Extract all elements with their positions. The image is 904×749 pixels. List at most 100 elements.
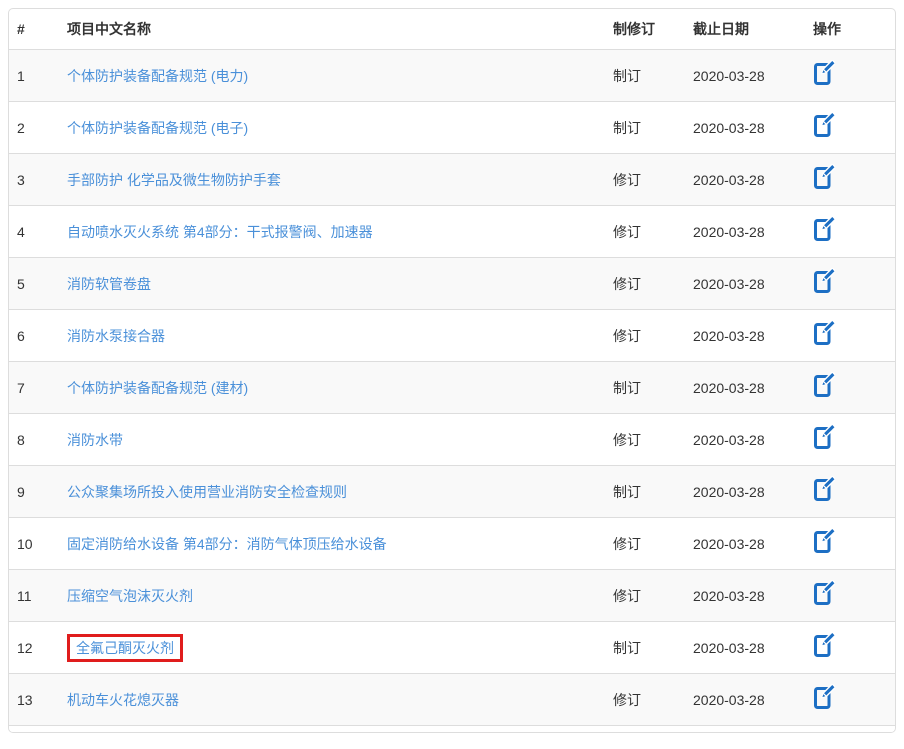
table-header: # 项目中文名称 制修订 截止日期 操作 bbox=[9, 9, 895, 50]
row-action-cell bbox=[805, 466, 895, 518]
edit-icon[interactable] bbox=[813, 684, 835, 710]
row-type: 制订 bbox=[605, 622, 685, 674]
edit-icon[interactable] bbox=[813, 632, 835, 658]
row-type: 制订 bbox=[605, 102, 685, 154]
row-name-cell: 室外消火栓 bbox=[59, 726, 605, 734]
col-header-index: # bbox=[9, 9, 59, 50]
row-action-cell bbox=[805, 102, 895, 154]
edit-icon[interactable] bbox=[813, 476, 835, 502]
table-row: 6 消防水泵接合器 修订 2020-03-28 bbox=[9, 310, 895, 362]
row-index: 9 bbox=[9, 466, 59, 518]
table-row: 9 公众聚集场所投入使用营业消防安全检查规则 制订 2020-03-28 bbox=[9, 466, 895, 518]
table-row: 7 个体防护装备配备规范 (建材) 制订 2020-03-28 bbox=[9, 362, 895, 414]
edit-icon[interactable] bbox=[813, 320, 835, 346]
project-name-link[interactable]: 手部防护 化学品及微生物防护手套 bbox=[67, 172, 281, 188]
row-action-cell bbox=[805, 310, 895, 362]
row-action-cell bbox=[805, 258, 895, 310]
row-type: 修订 bbox=[605, 674, 685, 726]
project-name-link[interactable]: 个体防护装备配备规范 (建材) bbox=[67, 380, 248, 396]
row-name-cell: 公众聚集场所投入使用营业消防安全检查规则 bbox=[59, 466, 605, 518]
table-row: 5 消防软管卷盘 修订 2020-03-28 bbox=[9, 258, 895, 310]
row-name-cell: 消防水带 bbox=[59, 414, 605, 466]
col-header-name: 项目中文名称 bbox=[59, 9, 605, 50]
row-action-cell bbox=[805, 570, 895, 622]
row-name-cell: 消防软管卷盘 bbox=[59, 258, 605, 310]
table-row: 1 个体防护装备配备规范 (电力) 制订 2020-03-28 bbox=[9, 50, 895, 102]
edit-icon[interactable] bbox=[813, 424, 835, 450]
edit-icon[interactable] bbox=[813, 268, 835, 294]
row-deadline: 2020-03-28 bbox=[685, 726, 805, 734]
row-type: 制订 bbox=[605, 50, 685, 102]
row-action-cell bbox=[805, 726, 895, 734]
row-type: 修订 bbox=[605, 206, 685, 258]
row-index: 13 bbox=[9, 674, 59, 726]
row-name-cell: 手部防护 化学品及微生物防护手套 bbox=[59, 154, 605, 206]
edit-icon[interactable] bbox=[813, 60, 835, 86]
table-row: 8 消防水带 修订 2020-03-28 bbox=[9, 414, 895, 466]
row-index: 14 bbox=[9, 726, 59, 734]
row-index: 11 bbox=[9, 570, 59, 622]
row-type: 制订 bbox=[605, 362, 685, 414]
row-index: 2 bbox=[9, 102, 59, 154]
project-name-link[interactable]: 固定消防给水设备 第4部分：消防气体顶压给水设备 bbox=[67, 536, 387, 552]
row-index: 3 bbox=[9, 154, 59, 206]
col-header-deadline: 截止日期 bbox=[685, 9, 805, 50]
project-name-link[interactable]: 消防软管卷盘 bbox=[67, 276, 151, 292]
row-deadline: 2020-03-28 bbox=[685, 674, 805, 726]
row-deadline: 2020-03-28 bbox=[685, 466, 805, 518]
projects-table: # 项目中文名称 制修订 截止日期 操作 1 个体防护装备配备规范 (电力) 制… bbox=[9, 9, 895, 733]
col-header-type: 制修订 bbox=[605, 9, 685, 50]
row-name-cell: 全氟己酮灭火剂 bbox=[59, 622, 605, 674]
table-row: 10 固定消防给水设备 第4部分：消防气体顶压给水设备 修订 2020-03-2… bbox=[9, 518, 895, 570]
col-header-action: 操作 bbox=[805, 9, 895, 50]
row-name-cell: 固定消防给水设备 第4部分：消防气体顶压给水设备 bbox=[59, 518, 605, 570]
row-type: 修订 bbox=[605, 154, 685, 206]
edit-icon[interactable] bbox=[813, 372, 835, 398]
edit-icon[interactable] bbox=[813, 164, 835, 190]
row-deadline: 2020-03-28 bbox=[685, 102, 805, 154]
table-row: 3 手部防护 化学品及微生物防护手套 修订 2020-03-28 bbox=[9, 154, 895, 206]
edit-icon[interactable] bbox=[813, 528, 835, 554]
row-deadline: 2020-03-28 bbox=[685, 518, 805, 570]
row-deadline: 2020-03-28 bbox=[685, 258, 805, 310]
row-name-cell: 压缩空气泡沫灭火剂 bbox=[59, 570, 605, 622]
row-deadline: 2020-03-28 bbox=[685, 50, 805, 102]
table-row: 14 室外消火栓 修订 2020-03-28 bbox=[9, 726, 895, 734]
project-name-link[interactable]: 个体防护装备配备规范 (电力) bbox=[67, 68, 248, 84]
project-name-link[interactable]: 自动喷水灭火系统 第4部分：干式报警阀、加速器 bbox=[67, 224, 373, 240]
row-deadline: 2020-03-28 bbox=[685, 154, 805, 206]
row-deadline: 2020-03-28 bbox=[685, 570, 805, 622]
row-name-cell: 消防水泵接合器 bbox=[59, 310, 605, 362]
row-action-cell bbox=[805, 50, 895, 102]
row-name-cell: 自动喷水灭火系统 第4部分：干式报警阀、加速器 bbox=[59, 206, 605, 258]
edit-icon[interactable] bbox=[813, 112, 835, 138]
edit-icon[interactable] bbox=[813, 580, 835, 606]
edit-icon[interactable] bbox=[813, 216, 835, 242]
row-action-cell bbox=[805, 206, 895, 258]
row-action-cell bbox=[805, 622, 895, 674]
table-row: 13 机动车火花熄灭器 修订 2020-03-28 bbox=[9, 674, 895, 726]
row-name-cell: 个体防护装备配备规范 (电子) bbox=[59, 102, 605, 154]
project-name-link[interactable]: 全氟己酮灭火剂 bbox=[67, 634, 183, 662]
project-name-link[interactable]: 个体防护装备配备规范 (电子) bbox=[67, 120, 248, 136]
row-deadline: 2020-03-28 bbox=[685, 414, 805, 466]
table-row: 2 个体防护装备配备规范 (电子) 制订 2020-03-28 bbox=[9, 102, 895, 154]
row-type: 修订 bbox=[605, 726, 685, 734]
row-type: 修订 bbox=[605, 570, 685, 622]
row-type: 制订 bbox=[605, 466, 685, 518]
project-name-link[interactable]: 公众聚集场所投入使用营业消防安全检查规则 bbox=[67, 484, 347, 500]
row-action-cell bbox=[805, 362, 895, 414]
row-index: 1 bbox=[9, 50, 59, 102]
row-name-cell: 个体防护装备配备规范 (电力) bbox=[59, 50, 605, 102]
project-name-link[interactable]: 机动车火花熄灭器 bbox=[67, 692, 179, 708]
row-index: 6 bbox=[9, 310, 59, 362]
row-type: 修订 bbox=[605, 258, 685, 310]
row-name-cell: 个体防护装备配备规范 (建材) bbox=[59, 362, 605, 414]
table-row: 4 自动喷水灭火系统 第4部分：干式报警阀、加速器 修订 2020-03-28 bbox=[9, 206, 895, 258]
row-index: 10 bbox=[9, 518, 59, 570]
project-name-link[interactable]: 压缩空气泡沫灭火剂 bbox=[67, 588, 193, 604]
project-name-link[interactable]: 消防水泵接合器 bbox=[67, 328, 165, 344]
table-row: 11 压缩空气泡沫灭火剂 修订 2020-03-28 bbox=[9, 570, 895, 622]
project-name-link[interactable]: 消防水带 bbox=[67, 432, 123, 448]
row-index: 4 bbox=[9, 206, 59, 258]
